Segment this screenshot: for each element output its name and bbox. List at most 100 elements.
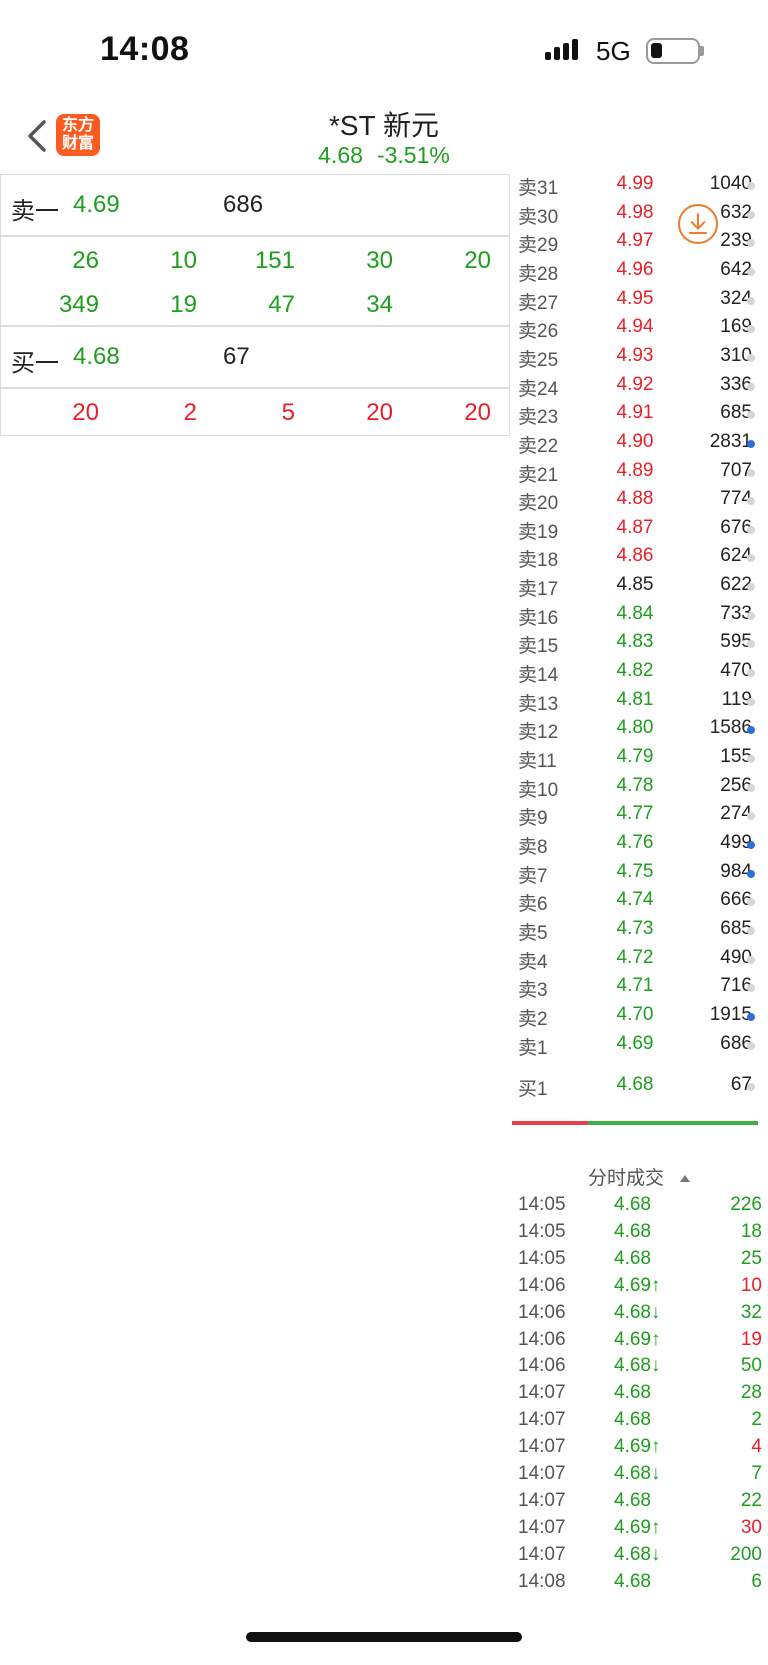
ask-level-volume: 666 bbox=[720, 889, 752, 911]
order-book-ask-row[interactable]: 卖24 4.92 336 bbox=[510, 371, 768, 401]
trade-row: 14:05 4.68 25 bbox=[510, 1246, 768, 1272]
order-book-ask-row[interactable]: 卖19 4.87 676 bbox=[510, 514, 768, 544]
status-dot-icon bbox=[747, 697, 755, 706]
order-book-ask-row[interactable]: 卖17 4.85 622 bbox=[510, 571, 768, 601]
download-icon[interactable] bbox=[678, 204, 718, 244]
ask-level-volume: 1040 bbox=[709, 173, 752, 194]
trade-volume: 226 bbox=[730, 1194, 762, 1215]
trade-volume: 7 bbox=[751, 1463, 762, 1484]
ask-level-price: 4.91 bbox=[616, 402, 654, 424]
order-book-ask-row[interactable]: 卖26 4.94 169 bbox=[510, 313, 768, 343]
bid-one-row[interactable]: 买一 4.68 67 bbox=[0, 326, 510, 388]
status-dot-icon bbox=[747, 611, 755, 620]
status-dot-icon bbox=[747, 840, 755, 849]
ask-level-volume: 169 bbox=[720, 316, 752, 338]
order-book-ask-row[interactable]: 卖31 4.99 1040 bbox=[510, 170, 768, 200]
status-dot-icon bbox=[747, 783, 755, 792]
order-book-ask-row[interactable]: 卖16 4.84 733 bbox=[510, 600, 768, 630]
status-dot-icon bbox=[747, 583, 755, 592]
order-book-bid-row[interactable]: 买1 4.68 67 bbox=[510, 1071, 768, 1101]
order-book-ask-row[interactable]: 卖21 4.89 707 bbox=[510, 457, 768, 487]
ask-level-label: 卖26 bbox=[518, 321, 559, 343]
status-dot-icon bbox=[747, 755, 755, 763]
status-dot-icon bbox=[747, 1041, 755, 1050]
ask-level-price: 4.73 bbox=[616, 917, 654, 939]
trade-volume: 10 bbox=[740, 1274, 762, 1296]
ask-level-price: 4.70 bbox=[616, 1003, 654, 1025]
order-book-ask-row[interactable]: 卖15 4.83 595 bbox=[510, 628, 768, 658]
order-book-ask-row[interactable]: 卖20 4.88 774 bbox=[510, 485, 768, 515]
bid-queue-cell: 20 bbox=[464, 399, 491, 426]
order-book-ask-row[interactable]: 卖13 4.81 119 bbox=[510, 686, 768, 716]
order-book-ask-row[interactable]: 卖28 4.96 642 bbox=[510, 256, 768, 286]
order-book-ask-row[interactable]: 卖25 4.93 310 bbox=[510, 342, 768, 372]
ask-queue-cell: 26 bbox=[72, 247, 99, 274]
ask-level-price: 4.77 bbox=[616, 803, 654, 825]
order-book-ask-row[interactable]: 卖7 4.75 984 bbox=[510, 858, 768, 888]
order-book-ask-row[interactable]: 卖2 4.70 1915 bbox=[510, 1001, 768, 1031]
ask-queue-cell: 20 bbox=[464, 247, 491, 274]
ask-level-volume: 490 bbox=[720, 946, 752, 968]
ask-level-price: 4.84 bbox=[616, 602, 654, 624]
order-book-ask-row[interactable]: 卖18 4.86 624 bbox=[510, 542, 768, 572]
nav-bar: 东方 财富 *ST 新元 4.68 -3.51% bbox=[0, 100, 768, 174]
order-book-ask-row[interactable]: 卖11 4.79 155 bbox=[510, 743, 768, 773]
trade-time: 14:07 bbox=[518, 1543, 566, 1565]
order-book-ask-row[interactable]: 卖12 4.80 1586 bbox=[510, 714, 768, 744]
trade-row: 14:06 4.69↑ 10 bbox=[510, 1273, 768, 1299]
status-dot-icon bbox=[747, 182, 755, 190]
trade-time: 14:07 bbox=[518, 1489, 566, 1511]
order-book-ask-row[interactable]: 卖5 4.73 685 bbox=[510, 915, 768, 945]
ask-level-volume: 274 bbox=[720, 803, 752, 825]
trade-price: 4.69↑ bbox=[614, 1274, 661, 1296]
order-book-ask-row[interactable]: 卖9 4.77 274 bbox=[510, 800, 768, 830]
ask-level-label: 卖11 bbox=[518, 751, 557, 772]
order-book-ask-row[interactable]: 卖29 4.97 239 bbox=[510, 227, 768, 257]
order-book-ask-row[interactable]: 卖30 4.98 632 bbox=[510, 199, 768, 229]
ask-level-label: 卖4 bbox=[518, 951, 548, 973]
trade-price: 4.68 bbox=[614, 1382, 651, 1404]
order-book-ask-row[interactable]: 卖10 4.78 256 bbox=[510, 772, 768, 802]
trade-row: 14:07 4.68↓ 7 bbox=[510, 1461, 768, 1487]
status-dot-icon bbox=[747, 1083, 755, 1091]
trade-volume: 30 bbox=[740, 1516, 762, 1538]
ask-level-price: 4.75 bbox=[616, 860, 654, 882]
order-book-ask-row[interactable]: 卖3 4.71 716 bbox=[510, 972, 768, 1002]
trade-time: 14:05 bbox=[518, 1247, 566, 1269]
ask-level-volume: 595 bbox=[720, 631, 752, 653]
order-book-ask-row[interactable]: 卖4 4.72 490 bbox=[510, 944, 768, 974]
trade-time: 14:07 bbox=[518, 1463, 566, 1484]
ask-one-row[interactable]: 卖一 4.69 686 bbox=[0, 174, 510, 236]
order-book-ask-row[interactable]: 卖1 4.69 686 bbox=[510, 1030, 768, 1060]
ask-level-label: 卖14 bbox=[518, 665, 559, 687]
ask-level-price: 4.79 bbox=[616, 746, 654, 767]
ask-level-volume: 119 bbox=[721, 688, 752, 710]
bid-one-price: 4.68 bbox=[73, 343, 120, 370]
status-dot-icon bbox=[747, 955, 755, 964]
bid-one-volume: 67 bbox=[223, 343, 250, 370]
trade-price: 4.68 bbox=[614, 1409, 651, 1431]
ask-level-volume: 686 bbox=[720, 1032, 752, 1054]
bid-queue: 20 2 5 20 20 bbox=[0, 388, 510, 436]
trade-volume: 2 bbox=[751, 1409, 762, 1431]
status-dot-icon bbox=[747, 210, 755, 219]
trade-volume: 18 bbox=[740, 1220, 762, 1242]
ask-level-label: 卖22 bbox=[518, 435, 559, 457]
order-book-ask-row[interactable]: 卖14 4.82 470 bbox=[510, 657, 768, 687]
trade-row: 14:07 4.68 2 bbox=[510, 1407, 768, 1433]
status-dot-icon bbox=[747, 267, 755, 276]
ask-level-label: 卖27 bbox=[518, 292, 559, 314]
order-book-ask-row[interactable]: 卖27 4.95 324 bbox=[510, 285, 768, 315]
ask-level-label: 卖8 bbox=[518, 836, 548, 858]
order-book-ask-row[interactable]: 卖6 4.74 666 bbox=[510, 886, 768, 916]
trade-row: 14:07 4.69↑ 4 bbox=[510, 1434, 768, 1460]
order-book-ask-row[interactable]: 卖22 4.90 2831 bbox=[510, 428, 768, 458]
order-book-ask-row[interactable]: 卖23 4.91 685 bbox=[510, 399, 768, 429]
ask-level-label: 卖7 bbox=[518, 865, 548, 887]
ask-level-label: 卖21 bbox=[518, 464, 559, 486]
home-indicator[interactable] bbox=[246, 1632, 522, 1642]
status-dot-icon bbox=[747, 439, 755, 448]
order-book-ask-row[interactable]: 卖8 4.76 499 bbox=[510, 829, 768, 859]
trade-price: 4.68 bbox=[614, 1194, 651, 1215]
time-trades-header[interactable]: 分时成交 bbox=[510, 1163, 768, 1190]
